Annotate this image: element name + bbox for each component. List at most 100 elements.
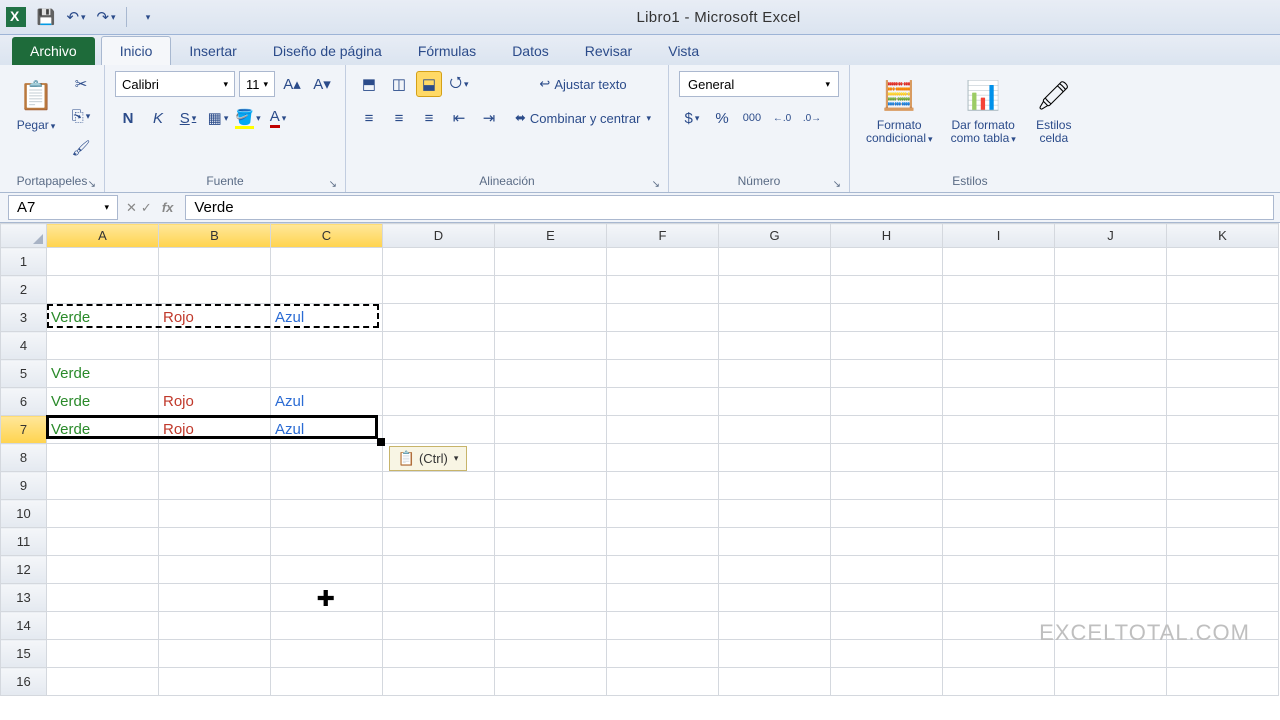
cell-G13[interactable] bbox=[719, 584, 831, 612]
redo-icon[interactable]: ↷▾ bbox=[96, 7, 116, 27]
row-header-3[interactable]: 3 bbox=[1, 304, 47, 332]
orientation-button[interactable]: ⭯▾ bbox=[446, 71, 472, 97]
cell-G5[interactable] bbox=[719, 360, 831, 388]
cell-I5[interactable] bbox=[943, 360, 1055, 388]
cell-K5[interactable] bbox=[1167, 360, 1279, 388]
cell-E5[interactable] bbox=[495, 360, 607, 388]
comma-format-button[interactable]: 000 bbox=[739, 105, 765, 131]
cell-G16[interactable] bbox=[719, 668, 831, 696]
row-header-6[interactable]: 6 bbox=[1, 388, 47, 416]
underline-button[interactable]: S▾ bbox=[175, 105, 201, 131]
cell-B15[interactable] bbox=[159, 640, 271, 668]
cell-J16[interactable] bbox=[1055, 668, 1167, 696]
cell-B9[interactable] bbox=[159, 472, 271, 500]
column-header-I[interactable]: I bbox=[943, 224, 1055, 248]
cell-H7[interactable] bbox=[831, 416, 943, 444]
cell-E4[interactable] bbox=[495, 332, 607, 360]
cell-H9[interactable] bbox=[831, 472, 943, 500]
font-size-combo[interactable]: 11▾ bbox=[239, 71, 275, 97]
cell-D9[interactable] bbox=[383, 472, 495, 500]
undo-icon[interactable]: ↶▾ bbox=[66, 7, 86, 27]
cell-F6[interactable] bbox=[607, 388, 719, 416]
cell-J3[interactable] bbox=[1055, 304, 1167, 332]
align-top-button[interactable]: ⬒ bbox=[356, 71, 382, 97]
cell-K8[interactable] bbox=[1167, 444, 1279, 472]
cell-K4[interactable] bbox=[1167, 332, 1279, 360]
cell-B13[interactable] bbox=[159, 584, 271, 612]
bold-button[interactable]: N bbox=[115, 105, 141, 131]
tab-file[interactable]: Archivo bbox=[12, 37, 95, 65]
cell-E12[interactable] bbox=[495, 556, 607, 584]
cell-D12[interactable] bbox=[383, 556, 495, 584]
tab-insert[interactable]: Insertar bbox=[171, 37, 254, 65]
cell-A4[interactable] bbox=[47, 332, 159, 360]
cell-C14[interactable] bbox=[271, 612, 383, 640]
cell-K1[interactable] bbox=[1167, 248, 1279, 276]
row-header-12[interactable]: 12 bbox=[1, 556, 47, 584]
cell-E3[interactable] bbox=[495, 304, 607, 332]
cell-E2[interactable] bbox=[495, 276, 607, 304]
cell-I1[interactable] bbox=[943, 248, 1055, 276]
cell-A14[interactable] bbox=[47, 612, 159, 640]
cell-A1[interactable] bbox=[47, 248, 159, 276]
cell-B7[interactable]: Rojo bbox=[159, 416, 271, 444]
cell-G6[interactable] bbox=[719, 388, 831, 416]
cell-E13[interactable] bbox=[495, 584, 607, 612]
column-header-K[interactable]: K bbox=[1167, 224, 1279, 248]
cell-D7[interactable] bbox=[383, 416, 495, 444]
cell-C6[interactable]: Azul bbox=[271, 388, 383, 416]
copy-button[interactable]: ⎘▾ bbox=[68, 103, 94, 129]
cell-I12[interactable] bbox=[943, 556, 1055, 584]
cell-H4[interactable] bbox=[831, 332, 943, 360]
cell-F14[interactable] bbox=[607, 612, 719, 640]
formula-input[interactable]: Verde bbox=[185, 195, 1274, 220]
row-header-15[interactable]: 15 bbox=[1, 640, 47, 668]
cell-D5[interactable] bbox=[383, 360, 495, 388]
cell-G8[interactable] bbox=[719, 444, 831, 472]
cell-F4[interactable] bbox=[607, 332, 719, 360]
cell-B2[interactable] bbox=[159, 276, 271, 304]
cell-D3[interactable] bbox=[383, 304, 495, 332]
row-header-13[interactable]: 13 bbox=[1, 584, 47, 612]
cell-G4[interactable] bbox=[719, 332, 831, 360]
cell-H8[interactable] bbox=[831, 444, 943, 472]
cell-I6[interactable] bbox=[943, 388, 1055, 416]
increase-indent-button[interactable]: ⇥ bbox=[476, 105, 502, 131]
cell-I14[interactable] bbox=[943, 612, 1055, 640]
clipboard-launcher-icon[interactable]: ↘ bbox=[88, 179, 96, 190]
cell-H14[interactable] bbox=[831, 612, 943, 640]
qat-customize-icon[interactable]: ▾ bbox=[137, 7, 157, 27]
cell-G3[interactable] bbox=[719, 304, 831, 332]
tab-home[interactable]: Inicio bbox=[101, 36, 172, 65]
row-header-14[interactable]: 14 bbox=[1, 612, 47, 640]
cell-I9[interactable] bbox=[943, 472, 1055, 500]
fx-icon[interactable]: fx bbox=[156, 200, 180, 215]
cell-C16[interactable] bbox=[271, 668, 383, 696]
cell-J2[interactable] bbox=[1055, 276, 1167, 304]
cell-B16[interactable] bbox=[159, 668, 271, 696]
row-header-5[interactable]: 5 bbox=[1, 360, 47, 388]
cell-A6[interactable]: Verde bbox=[47, 388, 159, 416]
format-as-table-button[interactable]: 📊 Dar formato como tabla▾ bbox=[945, 71, 1022, 149]
cell-F10[interactable] bbox=[607, 500, 719, 528]
merge-center-button[interactable]: ⬌ Combinar y centrar▾ bbox=[508, 105, 658, 131]
cell-E6[interactable] bbox=[495, 388, 607, 416]
cell-B1[interactable] bbox=[159, 248, 271, 276]
cell-G2[interactable] bbox=[719, 276, 831, 304]
cell-F1[interactable] bbox=[607, 248, 719, 276]
cell-E16[interactable] bbox=[495, 668, 607, 696]
cell-J1[interactable] bbox=[1055, 248, 1167, 276]
column-header-F[interactable]: F bbox=[607, 224, 719, 248]
cell-J5[interactable] bbox=[1055, 360, 1167, 388]
row-header-11[interactable]: 11 bbox=[1, 528, 47, 556]
cell-E11[interactable] bbox=[495, 528, 607, 556]
cell-E8[interactable] bbox=[495, 444, 607, 472]
cell-H10[interactable] bbox=[831, 500, 943, 528]
cell-B8[interactable] bbox=[159, 444, 271, 472]
cancel-formula-icon[interactable]: ✕ bbox=[126, 200, 137, 216]
select-all-button[interactable] bbox=[1, 224, 47, 248]
decrease-decimal-button[interactable]: .0→ bbox=[799, 105, 825, 131]
cell-D6[interactable] bbox=[383, 388, 495, 416]
cell-C10[interactable] bbox=[271, 500, 383, 528]
increase-decimal-button[interactable]: ←.0 bbox=[769, 105, 795, 131]
